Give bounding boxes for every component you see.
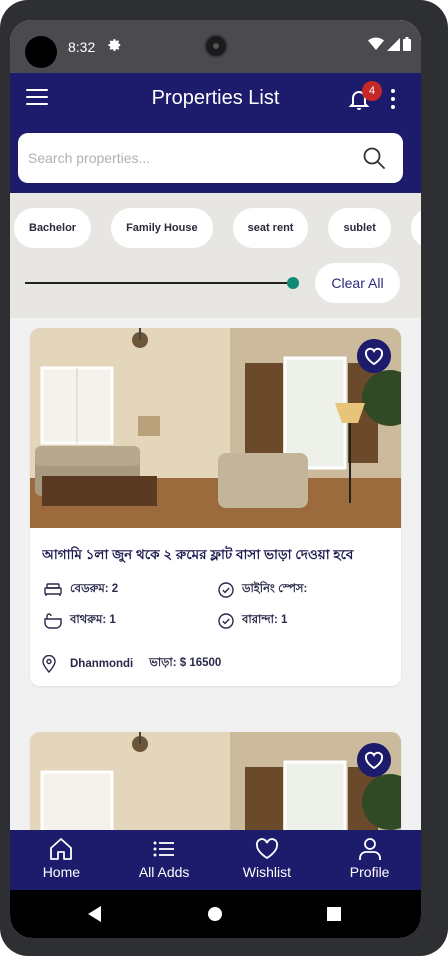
location-pin-icon — [42, 654, 56, 673]
home-circle-icon[interactable] — [208, 907, 222, 921]
feature-dining: ডাইনিং স্পেস: — [218, 580, 307, 599]
heart-icon — [255, 838, 278, 860]
chip-family-house[interactable]: Family House — [111, 208, 213, 248]
check-circle-icon — [218, 581, 234, 598]
check-circle-icon — [218, 612, 234, 629]
recent-apps-icon[interactable] — [327, 907, 341, 921]
nav-label: Home — [42, 864, 81, 880]
gear-icon — [108, 39, 121, 52]
front-camera — [204, 34, 228, 58]
search-icon[interactable] — [362, 146, 386, 170]
listing-rent: ভাড়া: $ 16500 — [149, 657, 222, 669]
feature-balcony: বারান্দা: 1 — [218, 611, 287, 630]
app-bar: Properties List 4 — [10, 73, 421, 193]
nav-all-adds[interactable]: All Adds — [113, 830, 216, 890]
price-slider-track[interactable] — [25, 282, 293, 284]
status-time: 8:32 — [68, 39, 96, 55]
nav-label: Wishlist — [242, 864, 291, 880]
list-icon — [153, 841, 175, 857]
chip-sublet[interactable]: sublet — [328, 208, 391, 248]
balcony-count: বারান্দা: 1 — [242, 614, 288, 626]
category-chips: Bachelor Family House seat rent sublet — [14, 208, 421, 248]
search-bar — [18, 133, 403, 183]
nav-home[interactable]: Home — [10, 830, 113, 890]
price-slider-thumb[interactable] — [287, 277, 299, 289]
status-icons — [368, 37, 411, 51]
chip-seat-rent[interactable]: seat rent — [232, 208, 309, 248]
person-icon — [358, 838, 381, 860]
location-row: Dhanmondi ভাড়া: $ 16500 — [42, 654, 221, 673]
filter-area: Bachelor Family House seat rent sublet C… — [10, 193, 421, 318]
listing-title: আগামি ১লা জুন থকে ২ রুমের ফ্লাট বাসা ভাড… — [42, 547, 354, 562]
wishlist-heart-icon[interactable] — [357, 339, 391, 373]
system-nav-bar — [10, 890, 421, 938]
nav-profile[interactable]: Profile — [318, 830, 421, 890]
bedroom-count: বেডরুম: 2 — [70, 583, 119, 595]
dining-space: ডাইনিং স্পেস: — [242, 583, 308, 595]
battery-icon — [403, 37, 411, 51]
status-bar: 8:32 — [10, 20, 421, 73]
property-photo — [30, 732, 401, 830]
nav-label: All Adds — [138, 864, 190, 880]
listing-area: Dhanmondi — [70, 657, 134, 670]
camera-cutout — [25, 36, 57, 68]
feature-bedroom: বেডরুম: 2 — [44, 580, 118, 599]
chip-bachelor[interactable]: Bachelor — [14, 208, 92, 248]
property-photo — [30, 328, 401, 528]
chip-more[interactable] — [410, 208, 421, 248]
clear-all-button[interactable]: Clear All — [315, 263, 400, 303]
nav-label: Profile — [349, 864, 390, 880]
property-list: আগামি ১লা জুন থকে ২ রুমের ফ্লাট বাসা ভাড… — [10, 318, 421, 830]
wishlist-heart-icon[interactable] — [357, 743, 391, 777]
back-icon[interactable] — [88, 906, 101, 922]
bed-icon — [44, 582, 62, 596]
screen: 8:32 Properties List 4 Bachel — [10, 20, 421, 938]
signal-icon — [387, 37, 400, 51]
bathtub-icon — [44, 612, 62, 629]
nav-wishlist[interactable]: Wishlist — [216, 830, 319, 890]
device-frame: 8:32 Properties List 4 Bachel — [0, 0, 448, 956]
property-card[interactable]: আগামি ১লা জুন থকে ২ রুমের ফ্লাট বাসা ভাড… — [30, 328, 401, 686]
bathroom-count: বাথরুম: 1 — [70, 614, 116, 626]
bottom-nav: Home All Adds Wishlist Profile — [10, 830, 421, 890]
wifi-icon — [368, 37, 384, 50]
property-card[interactable] — [30, 732, 401, 830]
feature-bathroom: বাথরুম: 1 — [44, 611, 116, 630]
notification-badge: 4 — [362, 81, 382, 101]
more-options-icon[interactable] — [389, 89, 397, 111]
home-icon — [50, 838, 73, 860]
search-input[interactable] — [28, 133, 348, 183]
